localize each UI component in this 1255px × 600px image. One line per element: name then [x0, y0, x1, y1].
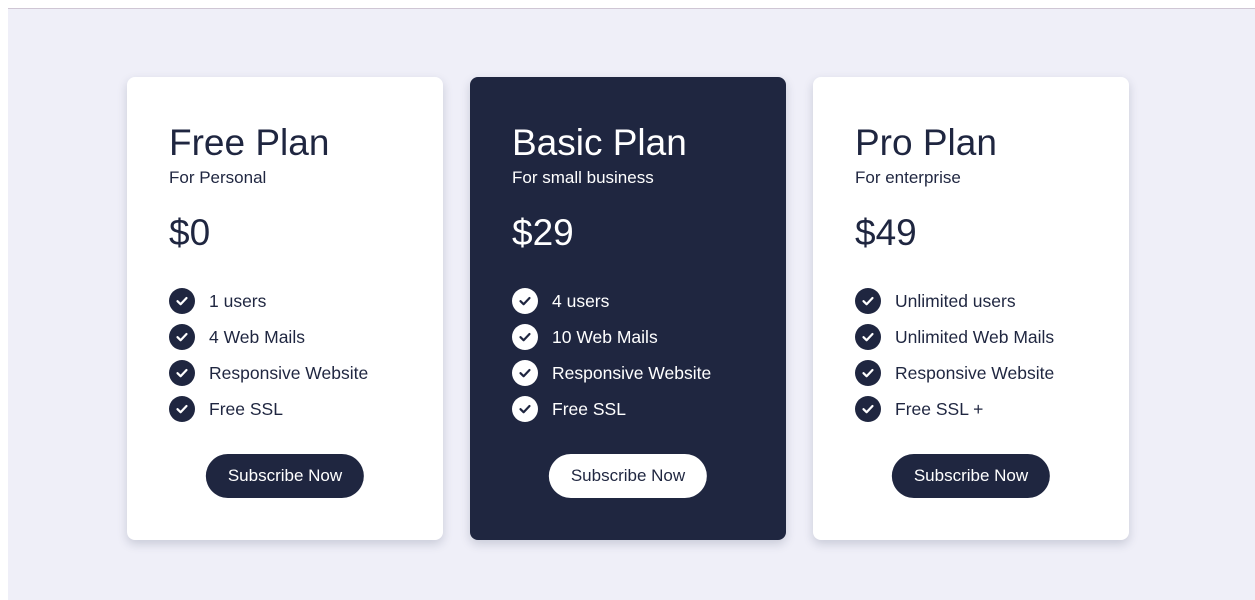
pricing-section: Free Plan For Personal $0 1 users 4 Web … [8, 8, 1255, 600]
feature-item: 4 Web Mails [169, 319, 368, 355]
plan-price: $49 [855, 212, 917, 253]
plan-subtitle: For small business [512, 168, 654, 187]
feature-label: Responsive Website [552, 362, 712, 383]
subscribe-button-free[interactable]: Subscribe Now [205, 454, 365, 498]
feature-item: 10 Web Mails [512, 319, 711, 355]
subscribe-button-basic[interactable]: Subscribe Now [548, 454, 708, 498]
check-circle-icon [169, 360, 195, 386]
check-circle-icon [512, 288, 538, 314]
feature-label: Free SSL [552, 398, 626, 419]
check-circle-icon [855, 360, 881, 386]
feature-item: Free SSL [169, 391, 368, 427]
subscribe-button-pro[interactable]: Subscribe Now [891, 454, 1051, 498]
feature-label: Responsive Website [209, 362, 369, 383]
feature-list: Unlimited users Unlimited Web Mails Resp… [855, 283, 1054, 427]
check-circle-icon [512, 360, 538, 386]
pricing-card-free: Free Plan For Personal $0 1 users 4 Web … [127, 77, 443, 540]
plan-subtitle: For enterprise [855, 168, 961, 187]
feature-label: Unlimited users [895, 290, 1016, 311]
pricing-card-basic: Basic Plan For small business $29 4 user… [470, 77, 786, 540]
feature-item: Unlimited Web Mails [855, 319, 1054, 355]
feature-label: 4 users [552, 290, 610, 311]
plan-price: $0 [169, 212, 211, 253]
feature-label: Responsive Website [895, 362, 1055, 383]
feature-item: Responsive Website [169, 355, 368, 391]
feature-label: Free SSL [209, 398, 283, 419]
feature-item: 1 users [169, 283, 368, 319]
check-circle-icon [169, 324, 195, 350]
plan-name: Free Plan [169, 122, 330, 163]
check-circle-icon [512, 324, 538, 350]
feature-item: 4 users [512, 283, 711, 319]
feature-item: Free SSL [512, 391, 711, 427]
feature-item: Responsive Website [855, 355, 1054, 391]
plan-name: Basic Plan [512, 122, 687, 163]
check-circle-icon [169, 288, 195, 314]
feature-label: Unlimited Web Mails [895, 326, 1055, 347]
feature-list: 4 users 10 Web Mails Responsive Website … [512, 283, 711, 427]
check-circle-icon [855, 288, 881, 314]
feature-label: 4 Web Mails [209, 326, 305, 347]
check-circle-icon [855, 324, 881, 350]
plan-price: $29 [512, 212, 574, 253]
plan-name: Pro Plan [855, 122, 997, 163]
check-circle-icon [169, 396, 195, 422]
pricing-card-pro: Pro Plan For enterprise $49 Unlimited us… [813, 77, 1129, 540]
check-circle-icon [855, 396, 881, 422]
plan-subtitle: For Personal [169, 168, 267, 187]
feature-item: Unlimited users [855, 283, 1054, 319]
feature-item: Responsive Website [512, 355, 711, 391]
feature-label: Free SSL + [895, 398, 984, 419]
feature-label: 10 Web Mails [552, 326, 658, 347]
feature-item: Free SSL + [855, 391, 1054, 427]
check-circle-icon [512, 396, 538, 422]
feature-list: 1 users 4 Web Mails Responsive Website F… [169, 283, 368, 427]
feature-label: 1 users [209, 290, 267, 311]
